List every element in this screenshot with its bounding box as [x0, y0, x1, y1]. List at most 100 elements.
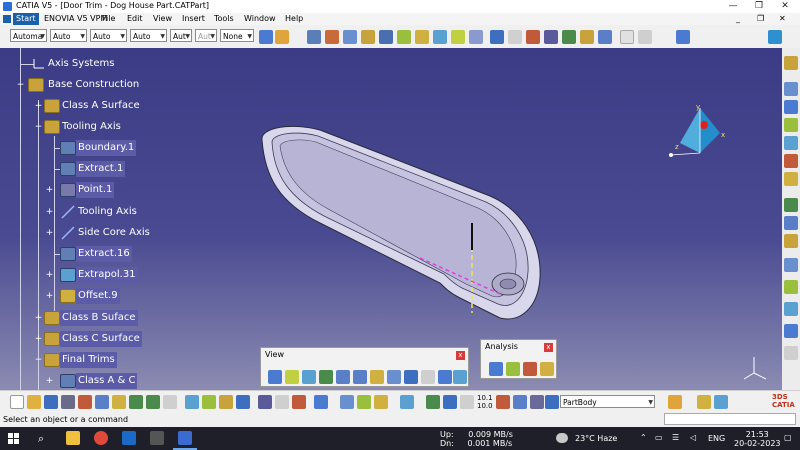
multi-view-icon[interactable]	[387, 370, 401, 384]
curvature-analysis-icon[interactable]	[540, 362, 554, 376]
expand-icon[interactable]: +	[45, 229, 54, 238]
normal-view-icon[interactable]	[370, 370, 384, 384]
expand-icon[interactable]: +	[34, 335, 43, 344]
tree-row-extract-16[interactable]: Extract.16	[0, 246, 200, 262]
geometry-set-icon[interactable]	[513, 395, 527, 409]
current-body-select[interactable]: PartBody ▼	[560, 395, 655, 408]
expand-icon[interactable]: +	[45, 271, 54, 280]
calculator-icon[interactable]	[150, 431, 164, 445]
spiral-icon[interactable]	[784, 324, 798, 338]
menu-help[interactable]: Help	[282, 13, 306, 25]
snap-icon[interactable]	[314, 395, 328, 409]
network-icon[interactable]: ☰	[672, 433, 679, 442]
apply-material-icon[interactable]	[668, 395, 682, 409]
weather-icon[interactable]	[556, 433, 568, 443]
language-indicator[interactable]: ENG	[708, 434, 725, 443]
tree-row-extrapol-31[interactable]: + Extrapol.31	[0, 267, 200, 283]
plane-tool-icon[interactable]	[784, 118, 798, 132]
menu-insert[interactable]: Insert	[179, 13, 208, 25]
table-icon[interactable]	[219, 395, 233, 409]
expand-icon[interactable]: +	[45, 186, 54, 195]
view-toolbar-close-button[interactable]: x	[456, 351, 465, 360]
tree-row-class-a-c[interactable]: + Class A & C	[0, 373, 200, 389]
corner-tool-icon[interactable]	[784, 172, 798, 186]
menu-view[interactable]: View	[150, 13, 175, 25]
undo-icon[interactable]	[129, 395, 143, 409]
rendering-style-combo[interactable]: Aut ▼	[195, 29, 217, 42]
redo-icon[interactable]	[146, 395, 160, 409]
sweep-icon[interactable]	[415, 30, 429, 44]
copy-icon[interactable]	[95, 395, 109, 409]
helix-icon[interactable]	[784, 302, 798, 316]
print-icon[interactable]	[61, 395, 75, 409]
chrome-icon[interactable]	[94, 431, 108, 445]
fill-icon[interactable]	[325, 30, 339, 44]
command-input[interactable]	[664, 413, 796, 425]
revolve-icon[interactable]	[361, 30, 375, 44]
tray-chevron-icon[interactable]: ⌃	[640, 433, 647, 442]
zoom-out-icon[interactable]	[353, 370, 367, 384]
split-icon[interactable]	[526, 30, 540, 44]
door-trim-part-model[interactable]	[250, 118, 560, 328]
tree-row-point-1[interactable]: + Point.1	[0, 182, 200, 198]
hide-show-icon[interactable]	[438, 370, 452, 384]
tree-row-base-construction[interactable]: − Base Construction	[0, 77, 200, 93]
3d-viewport[interactable]: Axis Systems − Base Construction + Class…	[0, 48, 782, 390]
tree-row-extract-1[interactable]: Extract.1	[0, 161, 200, 177]
painter-icon[interactable]	[259, 30, 273, 44]
close-button[interactable]: ✕	[772, 0, 798, 13]
measure-item-icon[interactable]	[443, 395, 457, 409]
collapse-icon[interactable]: −	[16, 81, 25, 90]
pattern-icon[interactable]	[638, 30, 652, 44]
loft-icon[interactable]	[451, 30, 465, 44]
menu-window[interactable]: Window	[241, 13, 279, 25]
whats-this-icon[interactable]	[163, 395, 177, 409]
sketcher-icon[interactable]	[307, 30, 321, 44]
doc-restore-button[interactable]: ❐	[757, 14, 764, 23]
comment-icon[interactable]	[202, 395, 216, 409]
point-tool-icon[interactable]	[784, 82, 798, 96]
extrude-icon[interactable]	[343, 30, 357, 44]
projection-tool-icon[interactable]	[784, 216, 798, 230]
tree-row-class-b-suface[interactable]: + Class B Suface	[0, 310, 200, 326]
brush-icon[interactable]	[275, 30, 289, 44]
workbench-icon[interactable]	[768, 30, 782, 44]
line-type-combo[interactable]: Auto ▼	[130, 29, 167, 42]
menu-tools[interactable]: Tools	[211, 13, 237, 25]
menu-edit[interactable]: Edit	[124, 13, 146, 25]
translate-icon[interactable]	[598, 30, 612, 44]
cut-icon[interactable]	[78, 395, 92, 409]
outlook-icon[interactable]	[122, 431, 136, 445]
expand-icon[interactable]: +	[34, 102, 43, 111]
law-icon[interactable]	[258, 395, 272, 409]
pan-icon[interactable]	[302, 370, 316, 384]
connect-checker-icon[interactable]	[489, 362, 503, 376]
paste-icon[interactable]	[112, 395, 126, 409]
doc-close-button[interactable]: ✕	[779, 14, 786, 23]
tree-row-tooling-axis-set[interactable]: − Tooling Axis	[0, 119, 200, 135]
collapse-icon[interactable]: −	[34, 356, 43, 365]
blend-icon[interactable]	[469, 30, 483, 44]
search-icon[interactable]: ⌕	[38, 432, 44, 446]
healing-icon[interactable]	[508, 30, 522, 44]
windows-start-icon[interactable]	[8, 433, 19, 444]
mirror-icon[interactable]	[340, 395, 354, 409]
zoom-in-icon[interactable]	[336, 370, 350, 384]
trim-icon[interactable]	[544, 30, 558, 44]
formula-icon[interactable]	[185, 395, 199, 409]
compass-icon[interactable]: y x z	[665, 103, 735, 163]
sphere-icon[interactable]	[379, 30, 393, 44]
expand-icon[interactable]: +	[45, 292, 54, 301]
constraint-icon[interactable]	[275, 395, 289, 409]
line-thickness-combo[interactable]: Auto ▼	[90, 29, 127, 42]
expand-icon[interactable]: +	[45, 377, 54, 386]
body-icon[interactable]	[530, 395, 544, 409]
measure-icon[interactable]	[676, 30, 690, 44]
extract-tool-icon[interactable]	[580, 30, 594, 44]
layer-combo[interactable]: None ▼	[220, 29, 254, 42]
curve-analysis-icon[interactable]	[506, 362, 520, 376]
expand-icon[interactable]: +	[34, 314, 43, 323]
tree-row-axis-systems[interactable]: Axis Systems	[0, 56, 200, 72]
menu-file[interactable]: File	[99, 13, 118, 25]
tree-row-tooling-axis-line[interactable]: + Tooling Axis	[0, 204, 200, 220]
